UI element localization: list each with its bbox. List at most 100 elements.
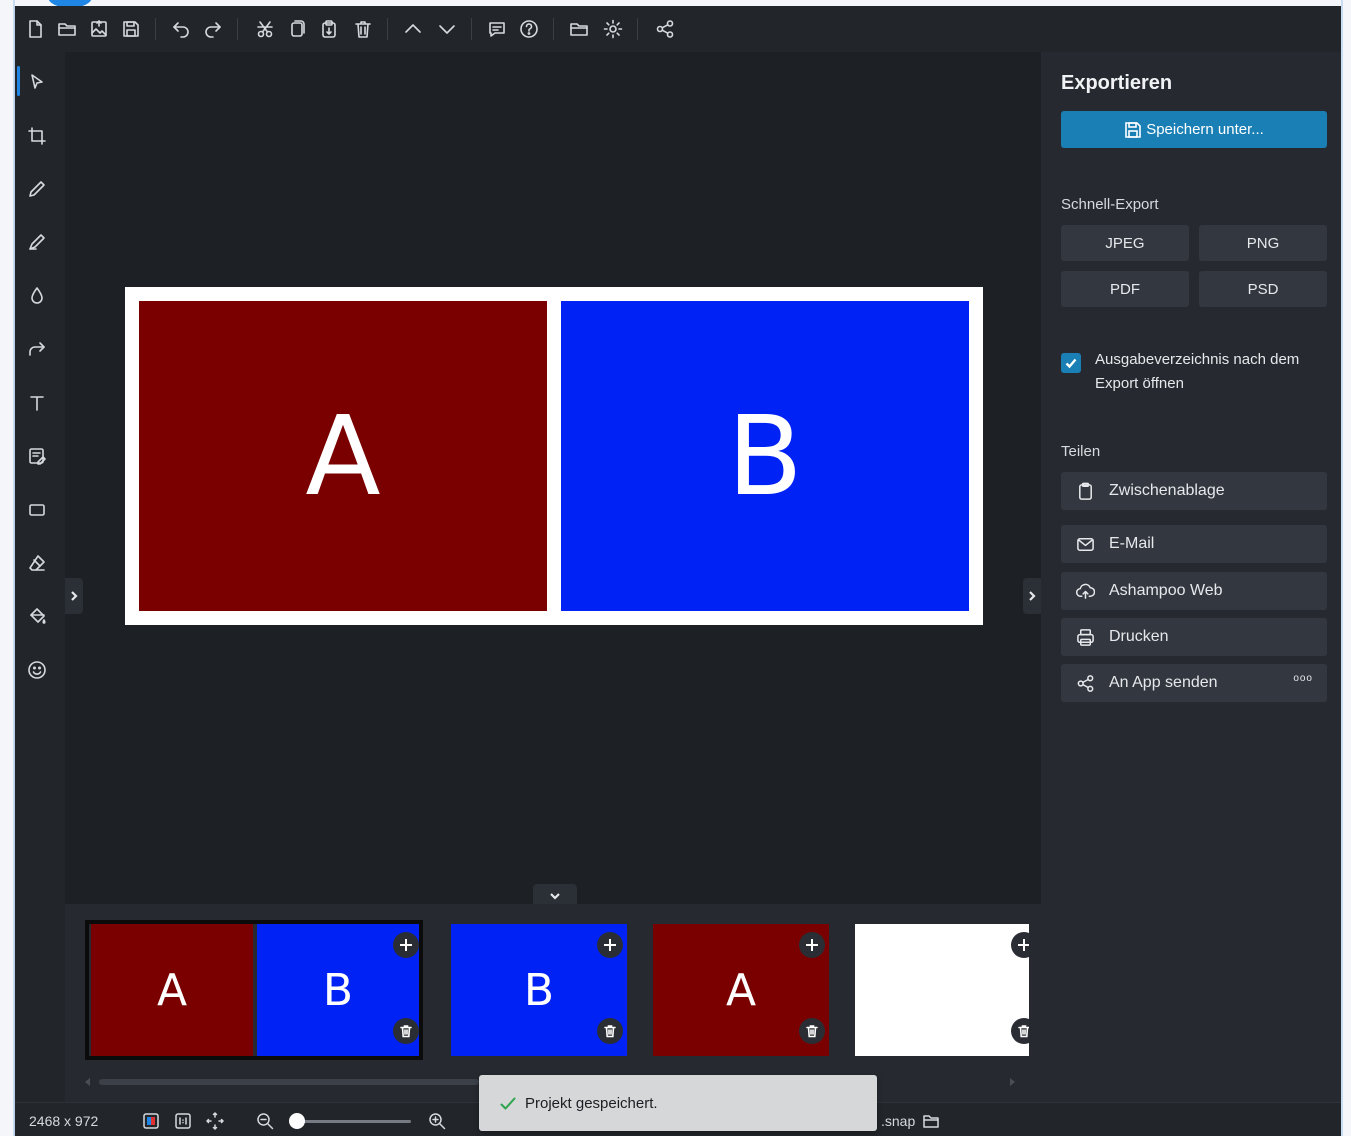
scroll-left-arrow-icon[interactable] — [85, 1078, 90, 1086]
save-as-button[interactable]: Speichern unter... — [1061, 111, 1327, 148]
cut-icon[interactable] — [253, 17, 277, 41]
share-heading: Teilen — [1061, 443, 1101, 460]
printer-icon — [1075, 627, 1095, 647]
copy-icon[interactable] — [285, 17, 309, 41]
more-options-icon[interactable]: ooo — [1293, 673, 1313, 684]
paste-icon[interactable] — [317, 17, 341, 41]
zoom-out-icon[interactable] — [255, 1111, 275, 1131]
success-check-icon — [499, 1095, 519, 1115]
move-up-icon[interactable] — [401, 17, 425, 41]
zoom-in-icon[interactable] — [427, 1111, 447, 1131]
thumbnail-1[interactable]: A B — [85, 920, 423, 1060]
export-panel: Exportieren Speichern unter... Schnell-E… — [1041, 52, 1342, 1102]
new-file-icon[interactable] — [23, 17, 47, 41]
chevron-right-icon — [1029, 591, 1036, 601]
undo-icon[interactable] — [169, 17, 193, 41]
chevron-down-icon — [550, 893, 560, 900]
export-png-button[interactable]: PNG — [1199, 225, 1327, 261]
add-icon[interactable] — [799, 932, 825, 958]
trash-icon[interactable] — [393, 1018, 419, 1044]
active-tool-indicator — [17, 66, 20, 96]
add-icon[interactable] — [393, 932, 419, 958]
thumbnail-4[interactable] — [855, 924, 1029, 1056]
filmstrip: A B B A — [65, 904, 1041, 1102]
expand-right-panel-button[interactable] — [1023, 578, 1041, 614]
redo-icon[interactable] — [201, 17, 225, 41]
cloud-upload-icon — [1075, 581, 1095, 601]
share-clipboard-button[interactable]: Zwischenablage — [1061, 472, 1327, 510]
send-to-app-button[interactable]: An App senden ooo — [1061, 664, 1327, 702]
save-icon — [1125, 121, 1142, 138]
blur-tool-icon[interactable] — [25, 284, 49, 308]
feedback-icon[interactable] — [485, 17, 509, 41]
crop-tool-icon[interactable] — [25, 124, 49, 148]
open-folder-icon[interactable] — [921, 1111, 941, 1131]
expand-left-panel-button[interactable] — [65, 578, 83, 614]
select-tool-icon[interactable] — [25, 70, 49, 94]
rectangle-tool-icon[interactable] — [25, 498, 49, 522]
move-down-icon[interactable] — [435, 17, 459, 41]
trash-icon[interactable] — [799, 1018, 825, 1044]
share-icon — [1075, 673, 1095, 693]
share-item-label: E-Mail — [1109, 535, 1155, 552]
open-output-dir-label[interactable]: Ausgabeverzeichnis nach dem Export öffne… — [1095, 348, 1331, 396]
zoom-slider-handle[interactable] — [289, 1113, 305, 1129]
notification-toast: Projekt gespeichert. — [479, 1075, 877, 1131]
thumbnail-3[interactable]: A — [653, 924, 829, 1056]
eraser-tool-icon[interactable] — [25, 551, 49, 575]
export-pdf-button[interactable]: PDF — [1061, 271, 1189, 307]
image-dimensions: 2468 x 972 — [29, 1113, 99, 1129]
clipboard-icon — [1075, 481, 1095, 501]
fill-tool-icon[interactable] — [25, 604, 49, 628]
thumb-blank — [855, 924, 1029, 1056]
color-mode-icon[interactable] — [141, 1111, 161, 1131]
arrow-tool-icon[interactable] — [25, 337, 49, 361]
share-email-button[interactable]: E-Mail — [1061, 525, 1327, 563]
thumb-panel-a: A — [91, 924, 253, 1056]
tool-sidebar — [15, 52, 65, 1102]
scroll-right-arrow-icon[interactable] — [1010, 1078, 1015, 1086]
open-output-dir-checkbox[interactable] — [1061, 353, 1081, 373]
save-icon[interactable] — [119, 17, 143, 41]
note-tool-icon[interactable] — [25, 444, 49, 468]
add-icon[interactable] — [597, 932, 623, 958]
share-ashampoo-web-button[interactable]: Ashampoo Web — [1061, 572, 1327, 610]
emoji-tool-icon[interactable] — [25, 658, 49, 682]
image-frame[interactable]: A B — [125, 287, 983, 625]
text-tool-icon[interactable] — [25, 391, 49, 415]
zoom-slider[interactable] — [297, 1120, 411, 1123]
share-item-label: Drucken — [1109, 628, 1169, 645]
export-psd-button[interactable]: PSD — [1199, 271, 1327, 307]
share-item-label: An App senden — [1109, 674, 1218, 691]
open-folder-icon[interactable] — [55, 17, 79, 41]
fit-to-window-icon[interactable] — [205, 1111, 225, 1131]
share-icon[interactable] — [653, 17, 677, 41]
folder-icon[interactable] — [567, 17, 591, 41]
export-jpeg-button[interactable]: JPEG — [1061, 225, 1189, 261]
save-as-label: Speichern unter... — [1146, 121, 1264, 138]
quick-export-heading: Schnell-Export — [1061, 196, 1159, 213]
chevron-right-icon — [71, 591, 78, 601]
actual-size-icon[interactable] — [173, 1111, 193, 1131]
mail-icon — [1075, 534, 1095, 554]
pencil-tool-icon[interactable] — [25, 177, 49, 201]
print-button[interactable]: Drucken — [1061, 618, 1327, 656]
toast-message: Projekt gespeichert. — [525, 1095, 658, 1112]
trash-icon[interactable] — [597, 1018, 623, 1044]
marker-tool-icon[interactable] — [25, 230, 49, 254]
scrollbar-thumb[interactable] — [99, 1079, 479, 1085]
share-item-label: Zwischenablage — [1109, 482, 1225, 499]
thumbnail-2[interactable]: B — [451, 924, 627, 1056]
share-item-label: Ashampoo Web — [1109, 582, 1223, 599]
editor-canvas[interactable]: A B — [65, 52, 1041, 904]
checkmark-icon — [1065, 358, 1077, 369]
image-panel-a: A — [139, 301, 547, 611]
panel-title: Exportieren — [1061, 72, 1173, 94]
settings-icon[interactable] — [601, 17, 625, 41]
main-toolbar — [15, 6, 1342, 53]
file-name: .snap — [881, 1113, 916, 1129]
app-window: A B A B B A 2468 x 972 .snap Exportieren… — [14, 6, 1342, 1136]
help-icon[interactable] — [517, 17, 541, 41]
delete-icon[interactable] — [351, 17, 375, 41]
open-image-icon[interactable] — [87, 17, 111, 41]
